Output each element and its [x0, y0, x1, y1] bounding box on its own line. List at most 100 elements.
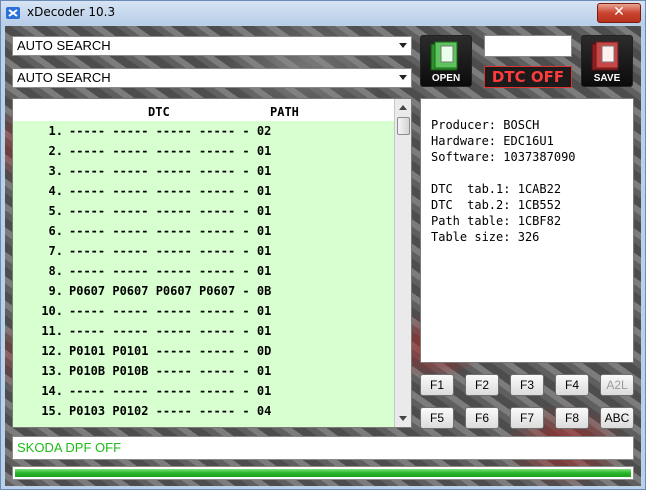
- scroll-thumb[interactable]: [397, 117, 410, 135]
- list-item[interactable]: 12. P0101 P0101 ----- ----- - 0D: [13, 341, 395, 361]
- f8-button[interactable]: F8: [555, 407, 589, 429]
- f5-button[interactable]: F5: [420, 407, 454, 429]
- row-dtc: ----- ----- ----- -----: [69, 304, 236, 318]
- row-number: 5.: [48, 204, 63, 218]
- row-path: 01: [256, 304, 272, 318]
- f4-button[interactable]: F4: [555, 374, 589, 396]
- dtc-tab2-value: 1CB552: [517, 198, 562, 212]
- list-item[interactable]: 2. ----- ----- ----- ----- - 01: [13, 141, 395, 161]
- row-number: 8.: [48, 264, 63, 278]
- row-path: 01: [256, 204, 272, 218]
- row-path: 04: [256, 404, 272, 418]
- row-path: 01: [256, 264, 272, 278]
- top-input[interactable]: [484, 35, 572, 57]
- status-field: SKODA DPF OFF: [12, 436, 634, 460]
- title-bar[interactable]: xDecoder 10.3 ✕: [1, 1, 645, 25]
- search-select-1-value: AUTO SEARCH: [17, 38, 111, 53]
- producer-value: BOSCH: [503, 118, 540, 132]
- row-number: 4.: [48, 184, 63, 198]
- list-item[interactable]: 3. ----- ----- ----- ----- - 01: [13, 161, 395, 181]
- row-number: 3.: [48, 164, 63, 178]
- search-select-1[interactable]: AUTO SEARCH: [12, 36, 412, 56]
- row-number: 15.: [41, 404, 63, 418]
- scroll-down-icon[interactable]: [399, 416, 407, 421]
- row-dtc: ----- ----- ----- -----: [69, 264, 236, 278]
- row-dtc: ----- ----- ----- -----: [69, 384, 236, 398]
- row-dtc: ----- ----- ----- -----: [69, 224, 236, 238]
- dtc-tab1-value: 1CAB22: [517, 182, 562, 196]
- row-dtc: ----- ----- ----- -----: [69, 144, 236, 158]
- row-number: 14.: [41, 384, 63, 398]
- row-path: 01: [256, 364, 272, 378]
- list-item[interactable]: 8. ----- ----- ----- ----- - 01: [13, 261, 395, 281]
- producer-line: Producer: BOSCH: [431, 117, 623, 133]
- folder-open-icon: [430, 41, 458, 71]
- row-number: 2.: [48, 144, 63, 158]
- row-dtc: ----- ----- ----- -----: [69, 164, 236, 178]
- dtc-tab1-label: DTC tab.1:: [431, 182, 511, 196]
- f6-button[interactable]: F6: [465, 407, 499, 429]
- progress-bar: [12, 466, 634, 480]
- list-item[interactable]: 10. ----- ----- ----- ----- - 01: [13, 301, 395, 321]
- list-header: DTC PATH: [13, 99, 395, 121]
- software-value: 1037387090: [503, 150, 576, 164]
- row-path: 0D: [256, 344, 272, 358]
- list-item[interactable]: 9. P0607 P0607 P0607 P0607 - 0B: [13, 281, 395, 301]
- row-dtc: ----- ----- ----- -----: [69, 324, 236, 338]
- hardware-label: Hardware:: [431, 134, 497, 148]
- save-button[interactable]: SAVE: [581, 35, 633, 87]
- column-header-path: PATH: [270, 105, 299, 119]
- row-dtc: ----- ----- ----- -----: [69, 244, 236, 258]
- list-item[interactable]: 5. ----- ----- ----- ----- - 01: [13, 201, 395, 221]
- list-scrollbar[interactable]: [394, 99, 411, 427]
- row-path: 02: [256, 124, 272, 138]
- row-path: 01: [256, 144, 272, 158]
- ecu-info-panel: Producer: BOSCH Hardware: EDC16U1 Softwa…: [420, 98, 634, 363]
- row-number: 6.: [48, 224, 63, 238]
- list-item[interactable]: 13. P010B P010B ----- ----- - 01: [13, 361, 395, 381]
- list-item[interactable]: 14. ----- ----- ----- ----- - 01: [13, 381, 395, 401]
- row-number: 1.: [48, 124, 63, 138]
- list-item[interactable]: 4. ----- ----- ----- ----- - 01: [13, 181, 395, 201]
- chevron-down-icon: [399, 75, 407, 80]
- list-item[interactable]: 1. ----- ----- ----- ----- - 02: [13, 121, 395, 141]
- a2l-button[interactable]: A2L: [600, 374, 634, 396]
- table-size-value: 326: [517, 230, 540, 244]
- search-select-2-value: AUTO SEARCH: [17, 70, 111, 85]
- row-path: 01: [256, 164, 272, 178]
- app-window: xDecoder 10.3 ✕ AUTO SEARCH AUTO SEARCH …: [0, 0, 646, 490]
- row-dtc: P0101 P0101 ----- -----: [69, 344, 236, 358]
- row-number: 13.: [41, 364, 63, 378]
- dtc-list[interactable]: DTC PATH 1. ----- ----- ----- ----- - 02 …: [12, 98, 412, 428]
- f3-button[interactable]: F3: [510, 374, 544, 396]
- app-icon: [6, 7, 20, 19]
- row-path: 01: [256, 224, 272, 238]
- dtc-off-button[interactable]: DTC OFF: [484, 66, 572, 88]
- f7-button[interactable]: F7: [510, 407, 544, 429]
- scroll-up-icon[interactable]: [399, 105, 407, 110]
- close-button[interactable]: ✕: [597, 3, 641, 23]
- row-number: 10.: [41, 304, 63, 318]
- table-size-line: Table size: 326: [431, 229, 623, 245]
- software-label: Software:: [431, 150, 497, 164]
- abc-button[interactable]: ABC: [600, 407, 634, 429]
- list-item[interactable]: 11. ----- ----- ----- ----- - 01: [13, 321, 395, 341]
- row-number: 9.: [48, 284, 63, 298]
- producer-label: Producer:: [431, 118, 497, 132]
- column-header-dtc: DTC: [148, 105, 170, 119]
- dtc-tab2-label: DTC tab.2:: [431, 198, 511, 212]
- list-item[interactable]: 7. ----- ----- ----- ----- - 01: [13, 241, 395, 261]
- row-dtc: P010B P010B ----- -----: [69, 364, 236, 378]
- hardware-value: EDC16U1: [503, 134, 554, 148]
- f1-button[interactable]: F1: [420, 374, 454, 396]
- save-folder-icon: [591, 41, 619, 71]
- save-button-label: SAVE: [593, 73, 621, 84]
- list-item[interactable]: 15. P0103 P0102 ----- ----- - 04: [13, 401, 395, 421]
- chevron-down-icon: [399, 43, 407, 48]
- search-select-2[interactable]: AUTO SEARCH: [12, 68, 412, 88]
- open-button[interactable]: OPEN: [420, 35, 472, 87]
- list-item[interactable]: 6. ----- ----- ----- ----- - 01: [13, 221, 395, 241]
- f2-button[interactable]: F2: [465, 374, 499, 396]
- row-path: 01: [256, 324, 272, 338]
- row-dtc: ----- ----- ----- -----: [69, 204, 236, 218]
